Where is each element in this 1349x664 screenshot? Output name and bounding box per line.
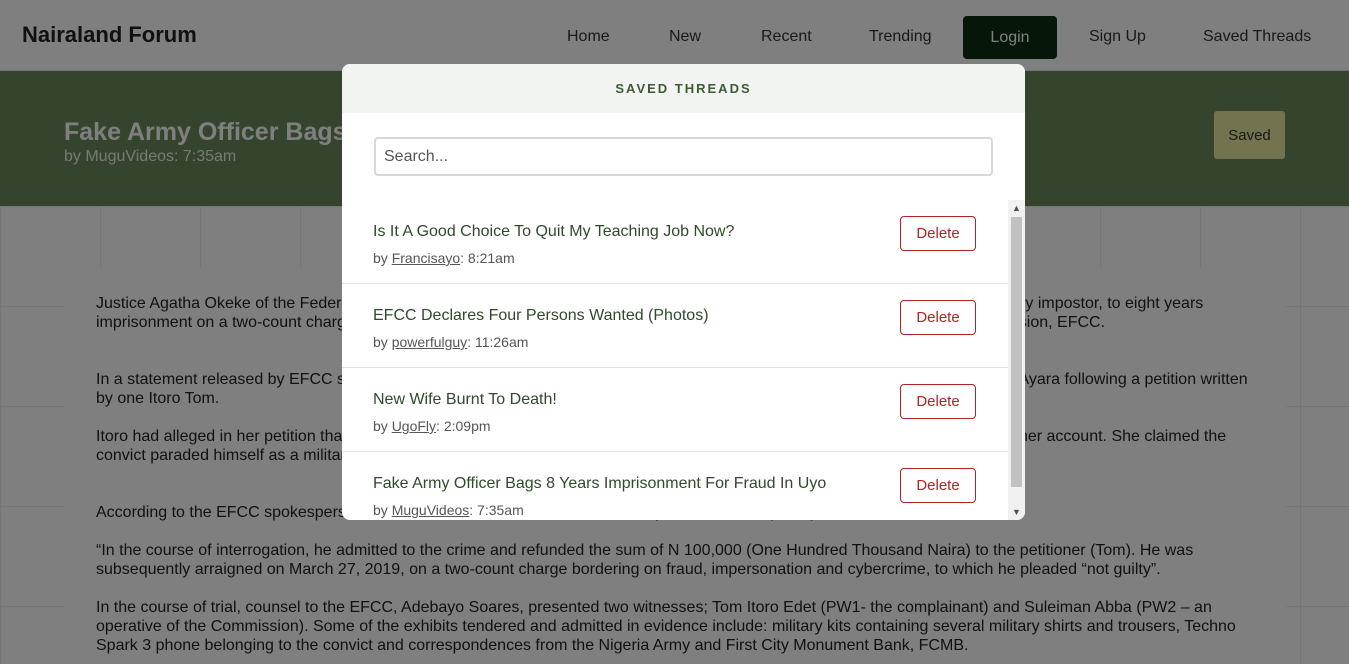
list-item: Is It A Good Choice To Quit My Teaching … — [342, 200, 1008, 284]
delete-button[interactable]: Delete — [900, 300, 976, 335]
author-link[interactable]: UgoFly — [392, 418, 436, 434]
by-prefix: by — [373, 418, 392, 434]
post-time: : 2:09pm — [436, 418, 491, 434]
scroll-down-arrow-icon[interactable]: ▼ — [1008, 504, 1025, 520]
search-wrap — [374, 137, 993, 176]
modal-title: SAVED THREADS — [615, 81, 752, 96]
thread-link[interactable]: New Wife Burnt To Death! — [373, 391, 557, 409]
thread-link[interactable]: EFCC Declares Four Persons Wanted (Photo… — [373, 307, 709, 325]
author-link[interactable]: Francisayo — [392, 250, 460, 266]
search-input[interactable] — [374, 137, 993, 176]
thread-meta: by powerfulguy: 11:26am — [373, 334, 528, 350]
list-scrollbar[interactable]: ▲ ▼ — [1008, 200, 1025, 520]
delete-button[interactable]: Delete — [900, 384, 976, 419]
list-item: New Wife Burnt To Death! by UgoFly: 2:09… — [342, 368, 1008, 452]
delete-button[interactable]: Delete — [900, 216, 976, 251]
thread-link[interactable]: Fake Army Officer Bags 8 Years Imprisonm… — [373, 475, 826, 493]
list-item: Fake Army Officer Bags 8 Years Imprisonm… — [342, 452, 1008, 520]
modal-header: SAVED THREADS — [342, 64, 1025, 113]
saved-threads-modal: SAVED THREADS Is It A Good Choice To Qui… — [342, 64, 1025, 520]
post-time: : 11:26am — [467, 334, 529, 350]
by-prefix: by — [373, 334, 392, 350]
thread-meta: by MuguVideos: 7:35am — [373, 502, 524, 518]
author-link[interactable]: MuguVideos — [392, 502, 470, 518]
author-link[interactable]: powerfulguy — [392, 334, 468, 350]
scroll-thumb[interactable] — [1011, 217, 1022, 487]
thread-meta: by UgoFly: 2:09pm — [373, 418, 491, 434]
scroll-up-arrow-icon[interactable]: ▲ — [1008, 200, 1025, 216]
list-item: EFCC Declares Four Persons Wanted (Photo… — [342, 284, 1008, 368]
by-prefix: by — [373, 250, 392, 266]
thread-meta: by Francisayo: 8:21am — [373, 250, 515, 266]
delete-button[interactable]: Delete — [900, 468, 976, 503]
post-time: : 7:35am — [469, 502, 524, 518]
saved-threads-list[interactable]: Is It A Good Choice To Quit My Teaching … — [342, 200, 1008, 520]
by-prefix: by — [373, 502, 392, 518]
post-time: : 8:21am — [460, 250, 515, 266]
thread-link[interactable]: Is It A Good Choice To Quit My Teaching … — [373, 223, 734, 241]
